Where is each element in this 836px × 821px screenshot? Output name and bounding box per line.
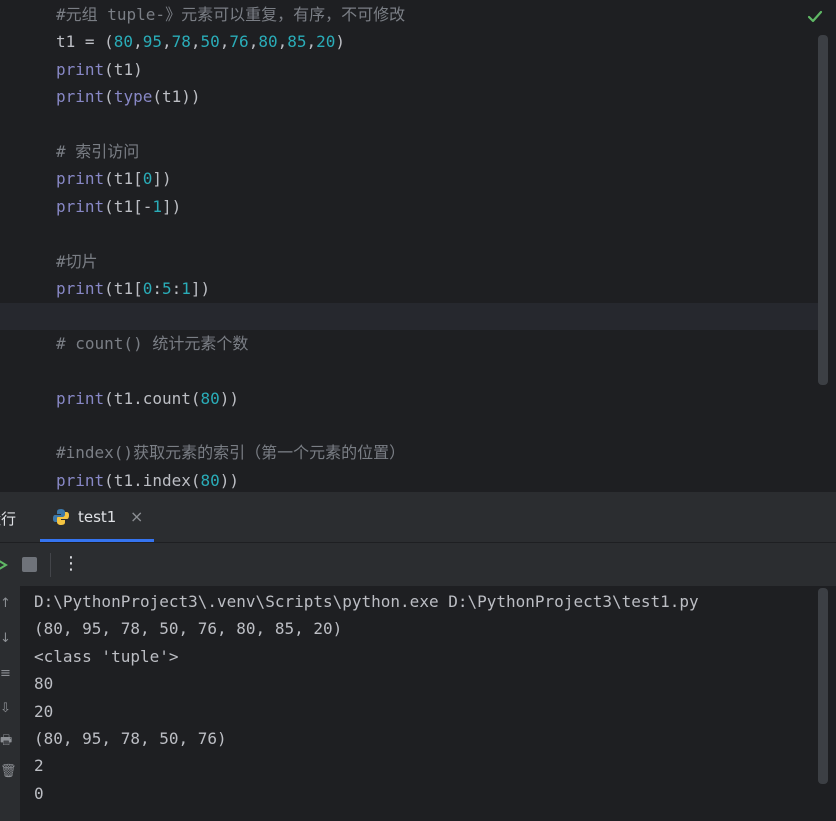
code-token: print <box>56 279 105 298</box>
code-line[interactable]: print(t1[0]) <box>56 165 172 192</box>
code-token: 20 <box>316 32 336 52</box>
code-token: # count() 统计元素个数 <box>56 333 249 353</box>
console-line: D:\PythonProject3\.venv\Scripts\python.e… <box>34 592 699 611</box>
console-scrollbar[interactable] <box>818 588 828 784</box>
code-token: , <box>306 32 317 52</box>
code-token: 80 <box>200 470 220 490</box>
code-token: 80 <box>258 32 278 52</box>
code-token: 1 <box>181 279 191 298</box>
code-token: 85 <box>287 32 307 52</box>
code-token: ) <box>335 32 346 52</box>
code-token: , <box>277 32 288 52</box>
code-token: ( <box>104 87 114 107</box>
soft-wrap-icon[interactable]: ≡ <box>0 666 18 681</box>
code-token: 5 <box>161 279 172 298</box>
console-gutter: ↑ ↓ ≡ ⇩ 🖶 🗑 <box>0 586 20 821</box>
code-token: , <box>219 32 230 52</box>
code-token: 80 <box>113 32 134 52</box>
code-token: 0 <box>142 169 153 189</box>
code-token: print <box>56 196 105 216</box>
code-token: : <box>152 279 162 298</box>
code-token: print <box>56 388 105 408</box>
print-icon[interactable]: 🖶 <box>0 731 18 753</box>
code-token: 1 <box>152 196 162 216</box>
code-token: 76 <box>229 32 249 52</box>
code-line[interactable]: print(t1[0:5:1]) <box>56 275 210 302</box>
console-output[interactable]: ↑ ↓ ≡ ⇩ 🖶 🗑 D:\PythonProject3\.venv\Scri… <box>0 586 836 821</box>
code-token: 50 <box>200 32 220 52</box>
console-line: (80, 95, 78, 50, 76) <box>34 729 227 748</box>
editor-scrollbar[interactable] <box>818 35 828 385</box>
code-token: , <box>133 32 143 52</box>
code-token: 0 <box>142 279 153 298</box>
code-token: #切片 <box>56 251 98 271</box>
console-line: 2 <box>34 756 44 776</box>
rerun-icon[interactable] <box>0 557 8 573</box>
code-token: ]) <box>161 196 182 216</box>
scroll-to-end-icon[interactable]: ⇩ <box>0 701 18 716</box>
code-token: (t1)) <box>152 87 201 107</box>
code-line[interactable]: #切片 <box>56 248 98 275</box>
close-icon[interactable]: × <box>130 507 143 526</box>
code-token: (t1.index( <box>104 470 201 490</box>
check-icon <box>807 10 823 23</box>
clear-icon[interactable]: 🗑 <box>0 764 18 779</box>
run-toolbar: ⋮ <box>0 542 836 587</box>
code-token: (t1[ <box>104 279 143 298</box>
code-token: , <box>248 32 259 52</box>
tab-test1[interactable]: test1 × <box>40 492 154 542</box>
code-token: )) <box>219 470 240 490</box>
code-token: (t1[ <box>104 169 143 189</box>
console-line: (80, 95, 78, 50, 76, 80, 85, 20) <box>34 619 343 639</box>
more-options-icon[interactable]: ⋮ <box>62 553 80 574</box>
code-line[interactable]: print(type(t1)) <box>56 83 201 110</box>
code-token: #index()获取元素的索引（第一个元素的位置） <box>56 443 406 463</box>
toolbar-divider <box>50 553 51 577</box>
code-token: ]) <box>152 169 172 189</box>
code-token: (t1.count( <box>104 388 201 408</box>
editor-gutter <box>0 0 54 491</box>
console-line: 20 <box>34 701 54 721</box>
code-line[interactable]: print(t1.count(80)) <box>56 385 239 412</box>
code-line[interactable]: # 索引访问 <box>56 138 139 165</box>
tab-label: test1 <box>78 508 117 526</box>
stop-icon[interactable] <box>22 557 37 572</box>
code-token: type <box>113 87 153 107</box>
code-line[interactable]: # count() 统计元素个数 <box>56 330 248 357</box>
code-token: : <box>171 279 182 298</box>
console-line: <class 'tuple'> <box>34 646 179 666</box>
code-token: (t1[- <box>104 196 153 216</box>
scroll-up-icon[interactable]: ↑ <box>0 596 18 611</box>
code-token: # 索引访问 <box>56 142 140 161</box>
code-token: 95 <box>142 32 162 52</box>
run-panel-header: 运行 test1 × <box>0 491 836 542</box>
python-file-icon <box>53 509 69 525</box>
code-token: )) <box>219 388 240 408</box>
code-token: , <box>161 32 172 52</box>
code-token: ]) <box>190 279 211 298</box>
code-token: 78 <box>171 32 191 52</box>
code-token: print <box>56 169 105 189</box>
code-line[interactable]: print(t1) <box>56 56 143 83</box>
code-token: (t1) <box>104 59 143 79</box>
code-token: print <box>56 87 105 107</box>
code-line[interactable]: print(t1.index(80)) <box>56 467 239 491</box>
console-line: 0 <box>34 783 44 803</box>
code-token: print <box>56 470 105 490</box>
run-panel-title: 运行 <box>0 510 17 528</box>
code-token: t1 = ( <box>56 32 114 52</box>
code-token: #元组 tuple-》元素可以重复，有序，不可修改 <box>56 5 406 24</box>
code-line[interactable]: #元组 tuple-》元素可以重复，有序，不可修改 <box>56 1 405 28</box>
console-line: 80 <box>34 674 54 694</box>
code-line[interactable]: t1 = (80,95,78,50,76,80,85,20) <box>56 28 345 55</box>
code-line[interactable]: #index()获取元素的索引（第一个元素的位置） <box>56 439 405 466</box>
current-line-highlight <box>0 303 818 330</box>
code-token: , <box>190 32 201 52</box>
code-token: print <box>56 59 105 79</box>
code-token: 80 <box>200 388 220 408</box>
code-line[interactable]: print(t1[-1]) <box>56 193 181 220</box>
code-editor[interactable]: #元组 tuple-》元素可以重复，有序，不可修改 t1 = (80,95,78,… <box>0 0 836 491</box>
scroll-down-icon[interactable]: ↓ <box>0 631 18 646</box>
